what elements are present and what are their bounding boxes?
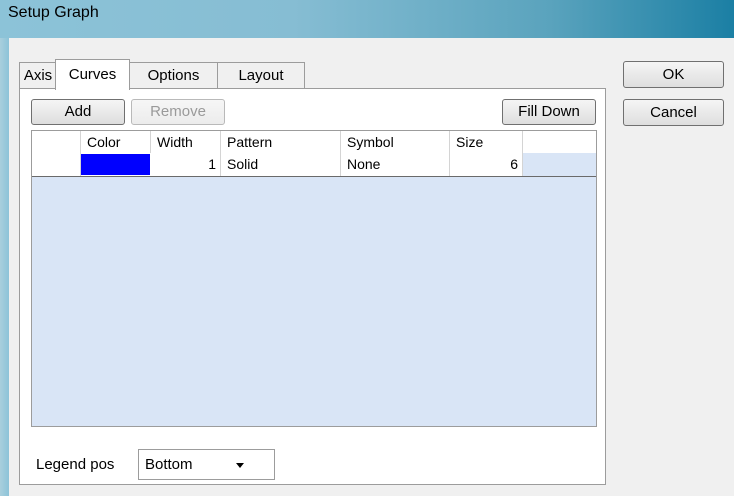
- legend-pos-value: Bottom: [145, 456, 193, 473]
- tab-curves[interactable]: Curves: [55, 59, 130, 90]
- fill-down-button[interactable]: Fill Down: [502, 99, 596, 125]
- header-extra: [523, 131, 596, 153]
- header-width: Width: [151, 131, 221, 153]
- add-button[interactable]: Add: [31, 99, 125, 125]
- size-cell[interactable]: 6: [450, 153, 523, 176]
- legend-pos-label: Legend pos: [36, 456, 115, 473]
- header-symbol: Symbol: [341, 131, 450, 153]
- color-cell[interactable]: [81, 153, 151, 176]
- header-color: Color: [81, 131, 151, 153]
- remove-button[interactable]: Remove: [131, 99, 225, 125]
- title-bar: Setup Graph: [0, 0, 734, 38]
- legend-pos-select[interactable]: Bottom: [138, 449, 275, 480]
- tab-layout[interactable]: Layout: [217, 62, 305, 88]
- window-title: Setup Graph: [8, 4, 99, 21]
- header-size: Size: [450, 131, 523, 153]
- cancel-button[interactable]: Cancel: [623, 99, 724, 126]
- tab-axis[interactable]: Axis: [19, 62, 57, 88]
- table-row[interactable]: 1 Solid None 6: [32, 153, 596, 177]
- curves-grid[interactable]: Color Width Pattern Symbol Size 1 Solid …: [31, 130, 597, 427]
- tab-options[interactable]: Options: [128, 62, 219, 88]
- width-cell[interactable]: 1: [151, 153, 221, 176]
- chevron-down-icon: [236, 463, 244, 468]
- ok-button[interactable]: OK: [623, 61, 724, 88]
- header-row-indicator: [32, 131, 81, 153]
- grid-header: Color Width Pattern Symbol Size: [32, 131, 596, 153]
- pattern-cell[interactable]: Solid: [221, 153, 341, 176]
- symbol-cell[interactable]: None: [341, 153, 450, 176]
- color-swatch: [81, 154, 150, 175]
- header-pattern: Pattern: [221, 131, 341, 153]
- extra-cell: [523, 153, 596, 176]
- row-indicator[interactable]: [32, 153, 81, 176]
- window-left-border: [0, 38, 9, 496]
